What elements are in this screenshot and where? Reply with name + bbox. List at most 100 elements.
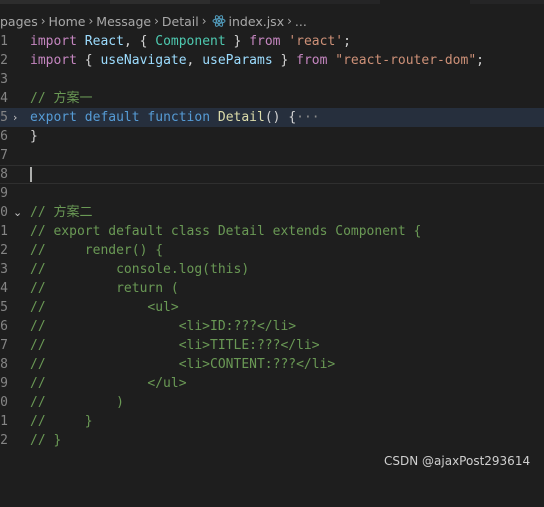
chevron-right-icon: › xyxy=(287,14,292,28)
line-number: 1 xyxy=(0,414,8,429)
code-token: useNavigate xyxy=(100,53,187,68)
folded-ellipsis[interactable]: ··· xyxy=(296,110,319,125)
code-comment: // <li>TITLE:???</li> xyxy=(30,338,320,353)
code-line[interactable]: 9 xyxy=(0,184,544,203)
breadcrumb-item-message[interactable]: Message xyxy=(96,14,151,29)
code-line[interactable]: 6 } xyxy=(0,127,544,146)
editor-tab-active[interactable] xyxy=(380,0,470,4)
code-token: 'react' xyxy=(288,34,344,49)
code-comment: // <li>CONTENT:???</li> xyxy=(30,357,336,372)
code-token: () { xyxy=(264,110,297,125)
code-token: from xyxy=(249,34,281,49)
code-token: Component xyxy=(155,34,226,49)
code-line-current[interactable]: 8 xyxy=(0,165,544,184)
line-number: 5 xyxy=(0,300,8,315)
code-line[interactable]: 9 // </ul> xyxy=(0,374,544,393)
code-comment: // <ul> xyxy=(30,300,179,315)
code-comment: // console.log(this) xyxy=(30,262,250,277)
breadcrumb-item-symbols[interactable]: ... xyxy=(295,14,307,29)
code-token: import xyxy=(30,53,77,68)
code-token: React xyxy=(84,34,124,49)
code-comment: // } xyxy=(30,433,62,448)
code-token: { xyxy=(84,53,93,68)
code-comment: // render() { xyxy=(30,243,164,258)
line-number: 5 xyxy=(0,110,8,125)
fold-chevron-right-icon[interactable]: › xyxy=(13,108,25,127)
line-number: 7 xyxy=(0,148,8,163)
code-token: ; xyxy=(343,34,351,49)
line-number: 0 xyxy=(0,205,8,220)
code-comment: // return ( xyxy=(30,281,179,296)
code-line[interactable]: 0 // ) xyxy=(0,393,544,412)
line-number: 4 xyxy=(0,281,8,296)
line-number: 3 xyxy=(0,262,8,277)
code-line[interactable]: 1 // } xyxy=(0,412,544,431)
code-token: , xyxy=(186,53,195,68)
code-comment: // ) xyxy=(30,395,124,410)
code-token: "react-router-dom" xyxy=(335,53,477,68)
code-line[interactable]: 8 // <li>CONTENT:???</li> xyxy=(0,355,544,374)
editor-tab[interactable] xyxy=(110,0,210,4)
line-number: 9 xyxy=(0,376,8,391)
code-line[interactable]: 4 // 方案一 xyxy=(0,89,544,108)
code-comment: // export default class Detail extends C… xyxy=(30,224,422,239)
breadcrumb-item-home[interactable]: Home xyxy=(49,14,86,29)
line-number: 2 xyxy=(0,433,8,448)
breadcrumb-item-pages[interactable]: pages xyxy=(0,14,38,29)
code-token: function xyxy=(147,110,211,125)
line-number: 2 xyxy=(0,53,8,68)
line-number: 2 xyxy=(0,243,8,258)
line-number: 8 xyxy=(0,167,8,182)
code-line-folded[interactable]: 5 › export default function Detail() {··… xyxy=(0,108,544,127)
line-number: 6 xyxy=(0,129,8,144)
line-number: 6 xyxy=(0,319,8,334)
breadcrumb: pages › Home › Message › Detail › index.… xyxy=(0,10,544,32)
code-line[interactable]: 6 // <li>ID:???</li> xyxy=(0,317,544,336)
code-line[interactable]: 0 ⌄ // 方案二 xyxy=(0,203,544,222)
code-token: } xyxy=(280,53,289,68)
code-line[interactable]: 4 // return ( xyxy=(0,279,544,298)
line-number: 7 xyxy=(0,338,8,353)
code-line[interactable]: 7 xyxy=(0,146,544,165)
editor-tab[interactable] xyxy=(0,0,70,4)
code-line[interactable]: 3 // console.log(this) xyxy=(0,260,544,279)
fold-chevron-down-icon[interactable]: ⌄ xyxy=(13,203,25,222)
code-line[interactable]: 1 import React, { Component } from 'reac… xyxy=(0,32,544,51)
code-line[interactable]: 1 // export default class Detail extends… xyxy=(0,222,544,241)
code-comment: // </ul> xyxy=(30,376,187,391)
code-comment: // 方案二 xyxy=(30,205,93,220)
code-token: from xyxy=(296,53,328,68)
code-line[interactable]: 5 // <ul> xyxy=(0,298,544,317)
code-line[interactable]: 2 // } xyxy=(0,431,544,450)
chevron-right-icon: › xyxy=(201,14,207,28)
editor-tab-strip[interactable] xyxy=(0,0,544,4)
line-number: 4 xyxy=(0,91,8,106)
watermark: CSDN @ajaxPost293614 xyxy=(384,454,531,468)
line-number: 3 xyxy=(0,72,8,87)
text-cursor xyxy=(30,167,32,182)
code-line[interactable]: 2 // render() { xyxy=(0,241,544,260)
line-number: 0 xyxy=(0,395,8,410)
code-comment: // } xyxy=(30,414,93,429)
code-line[interactable]: 3 xyxy=(0,70,544,89)
code-comment: // 方案一 xyxy=(30,91,93,106)
line-number: 8 xyxy=(0,357,8,372)
code-token: export xyxy=(30,110,77,125)
code-line[interactable]: 7 // <li>TITLE:???</li> xyxy=(0,336,544,355)
chevron-right-icon: › xyxy=(154,14,159,28)
code-token: } xyxy=(30,129,38,144)
code-token: , { xyxy=(123,34,148,49)
chevron-right-icon: › xyxy=(40,14,46,28)
line-number: 9 xyxy=(0,186,8,201)
line-number: 1 xyxy=(0,34,8,49)
breadcrumb-item-detail[interactable]: Detail xyxy=(162,14,199,29)
code-token: default xyxy=(84,110,140,125)
code-token: } xyxy=(233,34,242,49)
code-editor[interactable]: 1 import React, { Component } from 'reac… xyxy=(0,32,544,450)
code-token: ; xyxy=(476,53,484,68)
breadcrumb-item-file[interactable]: index.jsx xyxy=(229,14,285,29)
chevron-right-icon: › xyxy=(88,14,94,28)
code-comment: // <li>ID:???</li> xyxy=(30,319,297,334)
code-token: import xyxy=(30,34,77,49)
code-line[interactable]: 2 import { useNavigate, useParams } from… xyxy=(0,51,544,70)
